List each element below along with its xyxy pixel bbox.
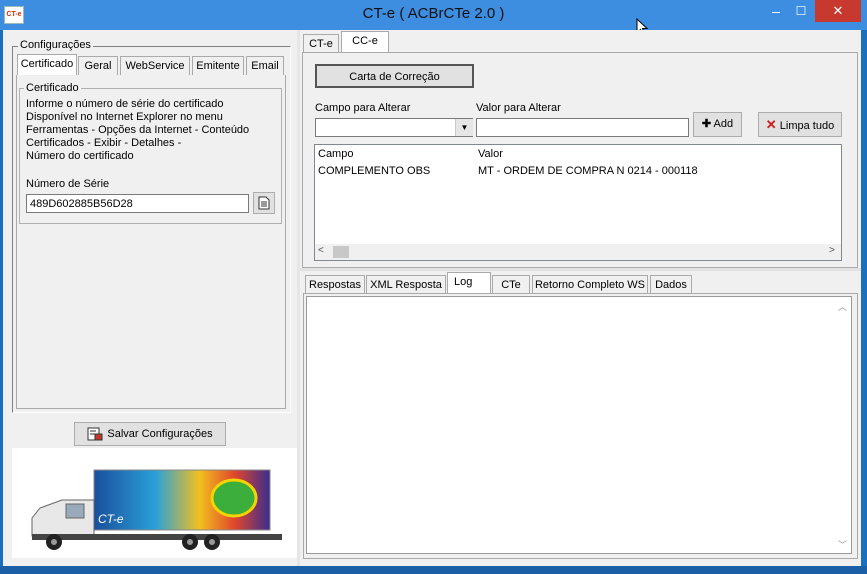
- tab-xml-resposta[interactable]: XML Resposta: [366, 275, 446, 294]
- tab-email[interactable]: Email: [246, 56, 284, 75]
- campo-select[interactable]: [315, 118, 473, 137]
- campo-label: Campo para Alterar: [315, 102, 411, 114]
- tab-certificado[interactable]: Certificado: [17, 54, 77, 75]
- save-config-label: Salvar Configurações: [107, 428, 213, 440]
- serial-input[interactable]: 489D602885B56D28: [26, 194, 249, 213]
- cert-info-line: Disponível no Internet Explorer no menu: [26, 111, 223, 123]
- grid-cell-valor[interactable]: MT - ORDEM DE COMPRA N 0214 - 000118: [478, 165, 698, 177]
- tab-dados[interactable]: Dados: [650, 275, 692, 294]
- window-title: CT-e ( ACBrCTe 2.0 ): [362, 5, 505, 22]
- clear-label: Limpa tudo: [779, 120, 835, 132]
- maximize-button[interactable]: ☐: [790, 0, 812, 22]
- serial-label: Número de Série: [26, 178, 110, 190]
- plus-icon: ✚: [701, 118, 712, 130]
- log-scroll-down-icon[interactable]: ﹀: [838, 538, 847, 551]
- grid-col-campo[interactable]: Campo: [318, 148, 353, 160]
- tab-respostas[interactable]: Respostas: [305, 275, 365, 294]
- cert-info-line: Número do certificado: [26, 150, 134, 162]
- grid-header: [315, 145, 841, 162]
- grid-col-valor[interactable]: Valor: [478, 148, 503, 160]
- grid-hscrollbar[interactable]: [315, 244, 841, 260]
- tab-emitente[interactable]: Emitente: [192, 56, 244, 75]
- splitter[interactable]: [297, 30, 300, 566]
- save-icon: [87, 427, 103, 441]
- scroll-right-icon[interactable]: >: [829, 245, 835, 256]
- tab-log[interactable]: Log: [447, 272, 491, 294]
- taskbar-strip: [0, 566, 867, 574]
- grid-cell-campo[interactable]: COMPLEMENTO OBS: [318, 165, 430, 177]
- cert-info-line: Ferramentas - Opções da Internet - Conte…: [26, 124, 250, 136]
- log-memo[interactable]: [306, 296, 852, 554]
- banner: [12, 448, 298, 558]
- banner-text: CT-e: [98, 512, 124, 526]
- close-button[interactable]: ✕: [815, 0, 861, 22]
- document-icon: [258, 196, 270, 210]
- x-icon: ✕: [765, 117, 777, 132]
- tab-cc-e[interactable]: CC-e: [341, 31, 389, 53]
- save-config-button[interactable]: Salvar Configurações: [74, 422, 226, 446]
- grid-scroll-thumb[interactable]: [333, 246, 349, 258]
- cert-info-line: Informe o número de série do certificado: [26, 98, 224, 110]
- hsplitter[interactable]: [300, 268, 861, 271]
- config-group-title: Configurações: [18, 39, 93, 51]
- scroll-left-icon[interactable]: <: [318, 245, 324, 256]
- browse-cert-button[interactable]: [253, 192, 275, 214]
- cert-info-line: Certificados - Exibir - Detalhes -: [26, 137, 182, 149]
- minimize-button[interactable]: ‒: [765, 0, 787, 22]
- tab-webservice[interactable]: WebService: [120, 56, 190, 75]
- chevron-down-icon[interactable]: ▼: [455, 119, 473, 136]
- valor-input[interactable]: [476, 118, 689, 137]
- add-label: Add: [713, 118, 734, 130]
- tab-retorno-completo-ws[interactable]: Retorno Completo WS: [532, 275, 648, 294]
- cert-info-text: Informe o número de série do certificado…: [26, 98, 249, 163]
- valor-label: Valor para Alterar: [476, 102, 561, 114]
- add-button[interactable]: ✚ Add: [693, 112, 742, 137]
- certificado-group-title: Certificado: [24, 82, 81, 94]
- tab-ct-e[interactable]: CT-e: [303, 34, 339, 53]
- carta-correcao-button[interactable]: Carta de Correção: [315, 64, 474, 88]
- truck-image: [31, 469, 282, 550]
- tab-geral[interactable]: Geral: [78, 56, 118, 75]
- log-scroll-up-icon[interactable]: ︿: [838, 300, 847, 313]
- tab-cte[interactable]: CTe: [492, 275, 530, 294]
- clear-button[interactable]: ✕ Limpa tudo: [758, 112, 842, 137]
